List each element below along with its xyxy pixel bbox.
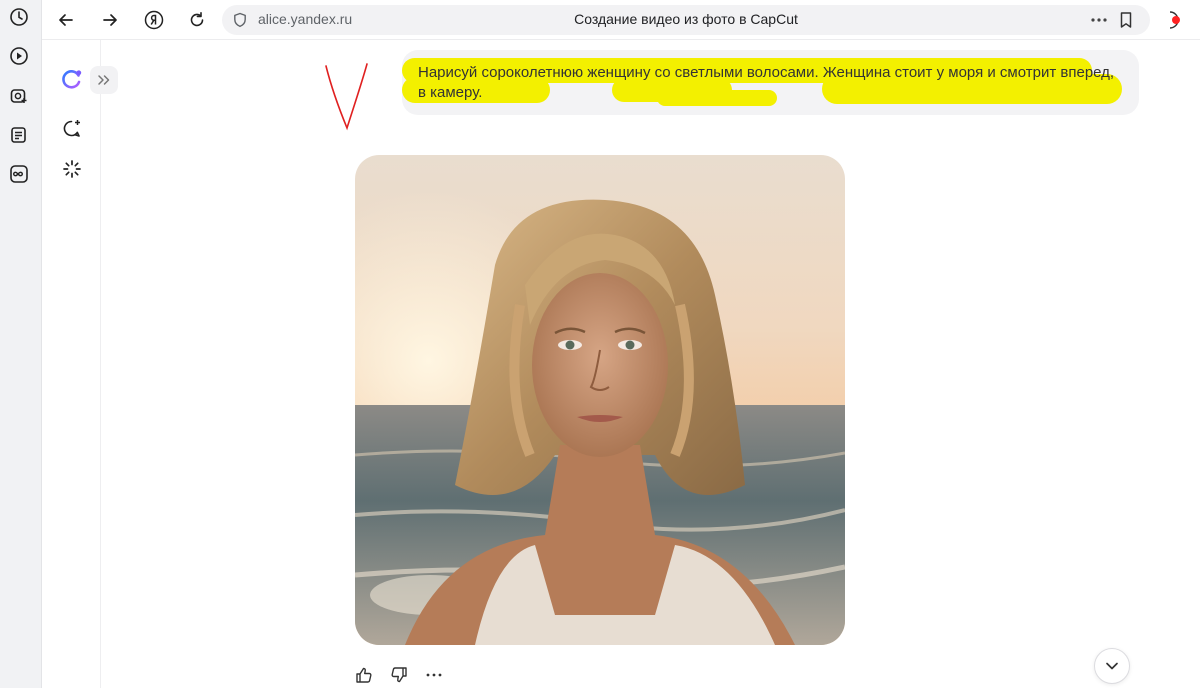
more-dots-icon (426, 673, 442, 677)
back-button[interactable] (54, 8, 78, 32)
alice-sidebar (42, 40, 118, 688)
infinity-icon[interactable] (8, 163, 30, 185)
history-icon[interactable] (8, 6, 30, 28)
thumbs-up-icon (356, 667, 372, 683)
page-title: Создание видео из фото в CapCut (574, 11, 798, 27)
notes-icon[interactable] (8, 124, 30, 146)
thumbs-down-icon (391, 667, 407, 683)
generated-image[interactable] (355, 155, 845, 645)
recording-icon[interactable] (1160, 10, 1182, 30)
reload-button[interactable] (185, 8, 209, 32)
more-actions-button[interactable] (423, 664, 445, 686)
scroll-down-button[interactable] (1094, 648, 1130, 684)
scroll-down-icon (1106, 662, 1118, 670)
more-dots-icon[interactable] (1090, 13, 1108, 27)
browser-side-rail (0, 0, 42, 688)
video-icon[interactable] (8, 45, 30, 67)
user-message-text: Нарисуй сороколетнюю женщину со светлыми… (418, 64, 1115, 101)
user-message-bubble: Нарисуй сороколетнюю женщину со светлыми… (402, 50, 1139, 115)
alice-logo-icon[interactable] (59, 66, 85, 92)
new-chat-icon[interactable] (59, 116, 85, 142)
screenshot-icon[interactable] (8, 85, 30, 107)
expand-sidebar-button[interactable] (90, 66, 118, 94)
expand-chevrons-icon (98, 75, 110, 85)
yandex-home-icon[interactable] (142, 8, 166, 32)
bookmark-icon[interactable] (1118, 11, 1134, 29)
thumbs-up-button[interactable] (353, 664, 375, 686)
thumbs-down-button[interactable] (388, 664, 410, 686)
sparkle-loading-icon[interactable] (59, 156, 85, 182)
forward-button[interactable] (98, 8, 122, 32)
browser-toolbar: alice.yandex.ru Создание видео из фото в… (42, 0, 1200, 40)
address-bar[interactable]: alice.yandex.ru Создание видео из фото в… (222, 5, 1150, 35)
red-check-annotation (325, 63, 368, 131)
